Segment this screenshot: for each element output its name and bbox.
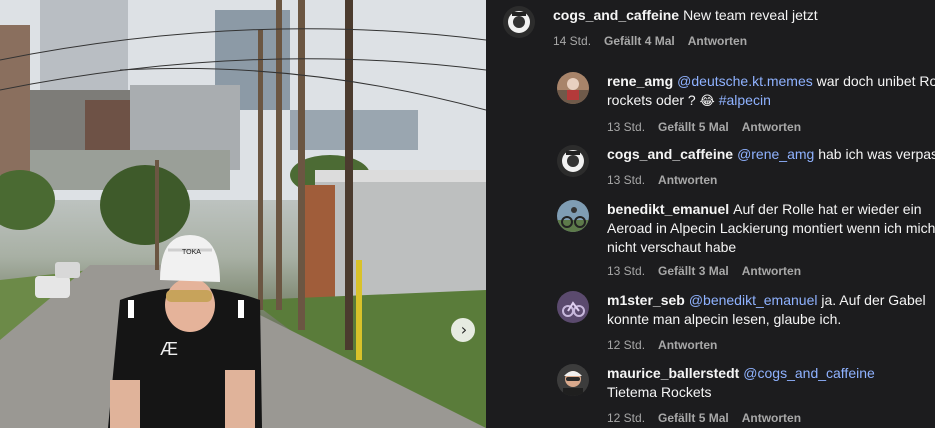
post-photo: TOKA Æ › [0,0,486,428]
reply-button[interactable]: Antworten [742,264,801,278]
reply-item: benedikt_emanuel Auf der Rolle hat er wie… [557,200,935,278]
rider-portrait-avatar-icon [557,364,589,396]
cyclist-avatar-icon [557,72,589,104]
reply-button[interactable]: Antworten [742,411,801,425]
carousel-next-button[interactable]: › [451,318,475,342]
laughing-emoji-icon: 😂 [699,94,715,109]
comment-text: hab ich was verpasst? [818,146,935,162]
helmet-logo: TOKA [182,249,201,256]
bike-crank-avatar-icon [503,6,535,38]
jersey-logo: Æ [160,339,178,359]
comment-username[interactable]: rene_amg [607,73,673,89]
reply-item: rene_amg @deutsche.kt.memes war doch unib… [557,72,935,134]
comment-text: Tietema Rockets [607,384,712,400]
avatar[interactable] [557,291,589,323]
comment-timestamp[interactable]: 12 Std. [607,338,645,352]
mention-link[interactable]: @deutsche.kt.memes [677,73,813,89]
street-scene-image: TOKA Æ [0,0,486,428]
comments-panel: cogs_and_caffeine New team reveal jetzt 1… [486,0,935,428]
comment-timestamp[interactable]: 12 Std. [607,411,645,425]
mention-link[interactable]: @cogs_and_caffeine [743,365,875,381]
likes-count[interactable]: Gefällt 5 Mal [658,120,729,134]
comment-username[interactable]: m1ster_seb [607,292,685,308]
reply-item: maurice_ballerstedt @cogs_and_caffeine Ti… [557,364,935,425]
comment-username[interactable]: cogs_and_caffeine [553,7,679,23]
reply-button[interactable]: Antworten [688,34,747,48]
comment-username[interactable]: benedikt_emanuel [607,201,729,217]
comment-timestamp[interactable]: 14 Std. [553,34,591,48]
purple-bike-avatar-icon [557,291,589,323]
mention-link[interactable]: @benedikt_emanuel [689,292,818,308]
likes-count[interactable]: Gefällt 4 Mal [604,34,675,48]
comment-text: New team reveal jetzt [683,7,818,23]
avatar[interactable] [557,145,589,177]
mention-link[interactable]: @rene_amg [737,146,814,162]
comment-timestamp[interactable]: 13 Std. [607,264,645,278]
comment-timestamp[interactable]: 13 Std. [607,120,645,134]
hashtag-link[interactable]: #alpecin [719,92,771,108]
bike-crank-avatar-icon [557,145,589,177]
comment-item: cogs_and_caffeine New team reveal jetzt 1… [503,6,913,48]
comment-text: rockets oder ? [607,92,700,108]
reply-button[interactable]: Antworten [658,338,717,352]
comment-username[interactable]: cogs_and_caffeine [607,146,733,162]
reply-item: cogs_and_caffeine @rene_amg hab ich was v… [557,145,935,187]
chevron-right-icon: › [460,319,468,339]
comment-username[interactable]: maurice_ballerstedt [607,365,739,381]
comment-text: war doch unibet Ros [812,73,935,89]
reply-button[interactable]: Antworten [742,120,801,134]
reply-item: m1ster_seb @benedikt_emanuel ja. Auf der … [557,291,935,352]
likes-count[interactable]: Gefällt 5 Mal [658,411,729,425]
avatar[interactable] [557,72,589,104]
reply-button[interactable]: Antworten [658,173,717,187]
comment-timestamp[interactable]: 13 Std. [607,173,645,187]
likes-count[interactable]: Gefällt 3 Mal [658,264,729,278]
avatar[interactable] [557,200,589,232]
avatar[interactable] [557,364,589,396]
avatar[interactable] [503,6,535,38]
mountain-bike-avatar-icon [557,200,589,232]
